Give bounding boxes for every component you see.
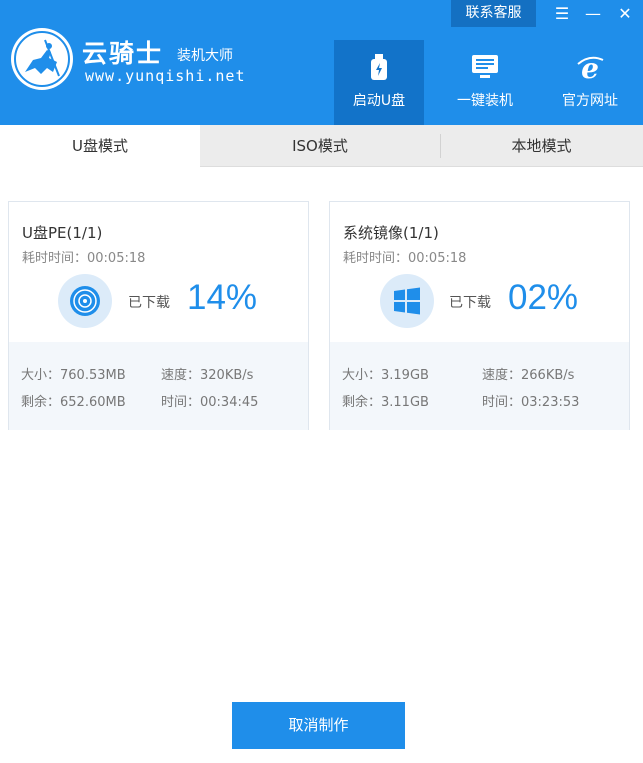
tab-local-mode[interactable]: 本地模式 (440, 125, 643, 167)
card-title: 系统镜像(1/1) (343, 224, 439, 242)
card-title: U盘PE(1/1) (22, 224, 103, 242)
disc-icon (58, 274, 112, 328)
brand-url: www.yunqishi.net (85, 67, 246, 85)
brand-subtitle: 装机大师 (177, 48, 233, 64)
time-remaining: 时间：00:34:45 (161, 395, 259, 410)
download-speed: 速度：320KB/s (161, 368, 254, 383)
download-percent: 02% (508, 278, 579, 317)
downloaded-label: 已下载 (128, 295, 170, 311)
monitor-icon (440, 54, 530, 80)
nav-official-site-label: 官方网址 (562, 93, 618, 109)
remaining-size: 剩余：652.60MB (21, 395, 126, 410)
remaining-size: 剩余：3.11GB (342, 395, 429, 410)
download-percent: 14% (187, 278, 258, 317)
usb-drive-icon (334, 54, 424, 80)
downloaded-label: 已下载 (449, 295, 491, 311)
file-size: 大小：760.53MB (21, 368, 126, 383)
close-icon[interactable]: ✕ (610, 0, 640, 27)
mode-tabs: U盘模式 ISO模式 本地模式 (0, 125, 643, 168)
time-remaining: 时间：03:23:53 (482, 395, 580, 410)
download-card-system-image: 系统镜像(1/1) 耗时时间：00:05:18 已下载 02% 大小：3.19G… (329, 201, 630, 430)
knight-logo-icon (11, 28, 73, 90)
nav-boot-usb-label: 启动U盘 (352, 93, 406, 109)
nav-boot-usb[interactable]: 启动U盘 (334, 40, 424, 125)
ie-browser-icon: e (545, 54, 635, 82)
app-header: 云骑士 装机大师 www.yunqishi.net 联系客服 ☰ — ✕ 启动U… (0, 0, 643, 125)
card-stats: 大小：3.19GB 速度：266KB/s 剩余：3.11GB 时间：03:23:… (330, 342, 629, 430)
contact-support-button[interactable]: 联系客服 (451, 0, 536, 27)
tab-iso-mode[interactable]: ISO模式 (200, 125, 440, 167)
brand-name: 云骑士 (82, 39, 164, 68)
cancel-creation-button[interactable]: 取消制作 (232, 702, 405, 749)
download-card-usb-pe: U盘PE(1/1) 耗时时间：00:05:18 已下载 14% 大小：760.5… (8, 201, 309, 430)
menu-icon[interactable]: ☰ (547, 0, 577, 27)
nav-one-click-install-label: 一键装机 (457, 93, 513, 109)
download-speed: 速度：266KB/s (482, 368, 575, 383)
file-size: 大小：3.19GB (342, 368, 429, 383)
elapsed-time: 耗时时间：00:05:18 (22, 251, 146, 266)
minimize-icon[interactable]: — (578, 0, 608, 27)
windows-logo-icon (380, 274, 434, 328)
tab-usb-mode[interactable]: U盘模式 (0, 125, 200, 168)
nav-one-click-install[interactable]: 一键装机 (440, 40, 530, 125)
elapsed-time: 耗时时间：00:05:18 (343, 251, 467, 266)
nav-official-site[interactable]: e 官方网址 (545, 40, 635, 125)
card-stats: 大小：760.53MB 速度：320KB/s 剩余：652.60MB 时间：00… (9, 342, 308, 430)
